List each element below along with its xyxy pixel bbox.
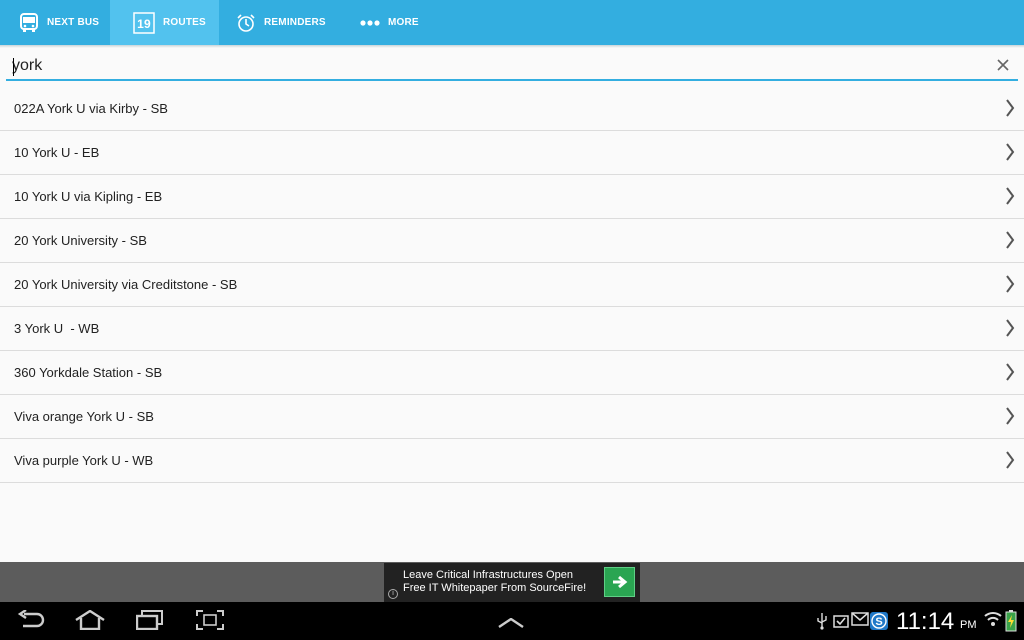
tab-more[interactable]: MORE [341,0,451,45]
status-clock: 11:14 [896,608,955,635]
ad-info-icon[interactable]: i [388,589,398,599]
svg-text:S: S [875,616,882,628]
route-row[interactable]: 20 York University - SB [0,219,1024,263]
chevron-up-icon[interactable] [498,615,524,633]
route-row[interactable]: 022A York U via Kirby - SB [0,87,1024,131]
usb-icon [816,612,828,635]
tab-label: REMINDERS [264,17,326,28]
chevron-right-icon [1005,451,1015,469]
search-input[interactable] [12,55,972,77]
route-row[interactable]: 10 York U - EB [0,131,1024,175]
chevron-right-icon [1005,99,1015,117]
chevron-right-icon [1005,275,1015,293]
route-row[interactable]: 3 York U - WB [0,307,1024,351]
route-row[interactable]: Viva orange York U - SB [0,395,1024,439]
route-label: 3 York U - WB [14,321,100,336]
tab-label: ROUTES [163,17,206,28]
app-s-icon: S [870,612,888,635]
route-row[interactable]: Viva purple York U - WB [0,439,1024,483]
ad-banner[interactable]: Leave Critical Infrastructures Open Free… [384,563,640,602]
calendar-icon: 19 [133,11,155,34]
route-label: Viva orange York U - SB [14,409,154,424]
recent-apps-icon[interactable] [135,610,164,635]
tab-bar-shadow [0,45,1024,48]
bus-icon [19,12,39,33]
tab-next-bus[interactable]: NEXT BUS [0,0,110,45]
route-label: 10 York U via Kipling - EB [14,189,163,204]
route-row[interactable]: 10 York U via Kipling - EB [0,175,1024,219]
status-ampm: PM [960,619,977,631]
battery-charging-icon [1005,610,1017,637]
route-row[interactable]: 360 Yorkdale Station - SB [0,351,1024,395]
screenshot-icon[interactable] [196,610,224,635]
back-icon[interactable] [17,609,45,635]
route-label: Viva purple York U - WB [14,453,154,468]
route-label: 360 Yorkdale Station - SB [14,365,163,380]
route-row[interactable]: 20 York University via Creditstone - SB [0,263,1024,307]
tab-bar: NEXT BUS 19 ROUTES REMINDERS MORE [0,0,1024,45]
chevron-right-icon [1005,187,1015,205]
route-label: 20 York University via Creditstone - SB [14,277,238,292]
route-label: 10 York U - EB [14,145,100,160]
ad-line-1: Leave Critical Infrastructures Open [403,569,573,581]
mail-icon [851,612,869,631]
home-icon[interactable] [74,609,106,635]
more-dots-icon [360,19,380,27]
calendar-badge: 19 [137,17,151,31]
text-cursor [13,58,14,76]
ad-line-2: Free IT Whitepaper From SourceFire! [403,582,587,594]
route-label: 022A York U via Kirby - SB [14,101,168,116]
wifi-icon [984,611,1002,632]
clear-search-icon[interactable] [996,58,1010,72]
tab-routes[interactable]: 19 ROUTES [110,0,219,45]
tab-label: MORE [388,17,419,28]
alarm-clock-icon [236,13,256,33]
ad-bar: Leave Critical Infrastructures Open Free… [0,562,1024,602]
app-window: NEXT BUS 19 ROUTES REMINDERS MORE york 0… [0,0,1024,640]
ad-text: Leave Critical Infrastructures Open Free… [403,569,603,595]
arrow-right-icon[interactable] [604,567,635,597]
route-label: 20 York University - SB [14,233,147,248]
tab-label: NEXT BUS [47,17,100,28]
chevron-right-icon [1005,363,1015,381]
route-list: 022A York U via Kirby - SB 10 York U - E… [0,87,1024,483]
system-nav-bar: S 11:14 PM [0,602,1024,640]
chevron-right-icon [1005,407,1015,425]
chevron-right-icon [1005,231,1015,249]
shopping-bag-icon [833,612,849,633]
search-bar [6,52,1018,81]
tab-reminders[interactable]: REMINDERS [219,0,341,45]
chevron-right-icon [1005,319,1015,337]
chevron-right-icon [1005,143,1015,161]
